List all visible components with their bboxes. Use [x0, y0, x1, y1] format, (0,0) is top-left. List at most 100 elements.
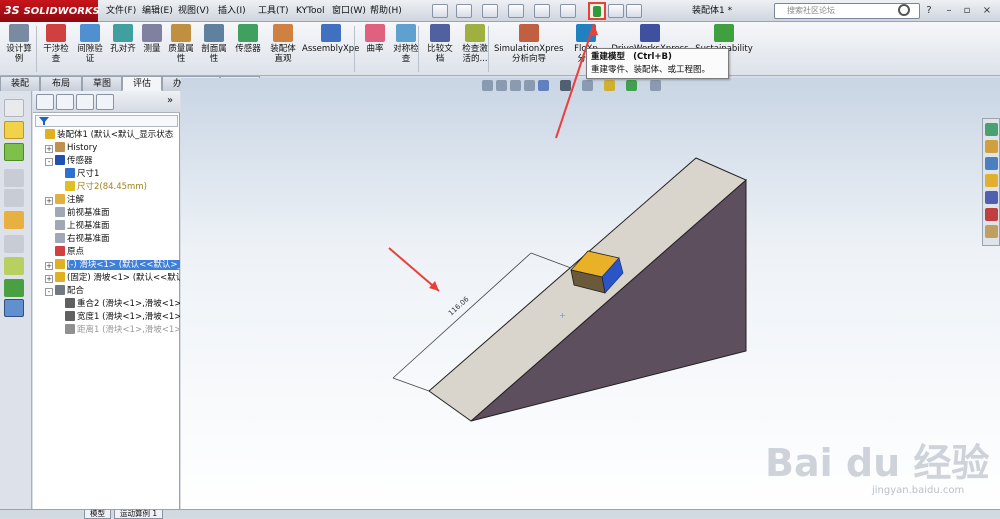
ribbon-button-7[interactable]: 传感器 — [232, 24, 264, 74]
save-button[interactable] — [482, 4, 498, 18]
ribbon-button-1[interactable]: 干涉检 查 — [40, 24, 72, 74]
config-tab-icon[interactable] — [76, 94, 94, 110]
view-orientation-icon[interactable] — [538, 80, 549, 91]
expand-icon[interactable]: + — [45, 145, 53, 153]
ribbon-button-4[interactable]: 测量 — [140, 24, 164, 74]
select-button[interactable] — [560, 4, 576, 18]
tree-item[interactable]: - 传感器 — [33, 155, 180, 168]
tab-0[interactable]: 装配体 — [0, 76, 40, 103]
tab-1[interactable]: 布局 — [40, 76, 82, 91]
ribbon-button-0[interactable]: 设计算 例 — [2, 24, 36, 74]
tree-item[interactable]: 装配体1 (默认<默认_显示状态 — [33, 129, 180, 142]
menu-item-2[interactable]: 视图(V) — [174, 0, 213, 22]
ribbon-button-6[interactable]: 剖面属 性 — [198, 24, 230, 74]
expand-panel-icon[interactable]: » — [167, 95, 173, 106]
resources-icon[interactable] — [985, 123, 998, 136]
toolbar-icon-5[interactable] — [4, 189, 24, 207]
undo-button[interactable] — [534, 4, 550, 18]
menu-item-3[interactable]: 插入(I) — [214, 0, 250, 22]
ribbon-button-12[interactable]: 比较文 档 — [424, 24, 456, 74]
custom-props-icon[interactable] — [985, 225, 998, 238]
solidworks-logo[interactable]: 3S SOLIDWORKS — [0, 0, 100, 22]
ribbon-button-9[interactable]: AssemblyXpert — [302, 24, 360, 74]
menu-item-5[interactable]: KYTool — [292, 0, 329, 22]
edit-appearance-icon[interactable] — [604, 80, 615, 91]
ribbon-button-13[interactable]: 检查激 活的... — [458, 24, 492, 74]
dimension-icon — [65, 168, 75, 178]
toolbar-icon-4[interactable] — [4, 169, 24, 187]
tab-3[interactable]: 评估 — [122, 76, 162, 91]
tree-item[interactable]: 原点 — [33, 246, 180, 259]
design-library-icon[interactable] — [985, 140, 998, 153]
expand-icon[interactable]: + — [45, 262, 53, 270]
ribbon-button-3[interactable]: 孔对齐 — [108, 24, 138, 74]
toolbar-icon-9[interactable] — [4, 279, 24, 297]
rebuild-button[interactable] — [588, 2, 606, 20]
menu-item-6[interactable]: 窗口(W) — [328, 0, 370, 22]
tree-item[interactable]: + (固定) 滑坡<1> (默认<<默认 — [33, 272, 180, 285]
search-icon[interactable] — [898, 4, 910, 16]
new-doc-button[interactable] — [432, 4, 448, 18]
ribbon-button-8[interactable]: 装配体 直观 — [266, 24, 300, 74]
minimize-button[interactable]: – — [942, 4, 956, 17]
print-button[interactable] — [508, 4, 524, 18]
open-button[interactable] — [456, 4, 472, 18]
tree-item[interactable]: + History — [33, 142, 180, 155]
tree-item[interactable]: + 注解 — [33, 194, 180, 207]
feature-tree-tab-icon[interactable] — [36, 94, 54, 110]
close-button[interactable]: × — [980, 4, 994, 17]
apply-scene-icon[interactable] — [626, 80, 637, 91]
toolbar-icon-7[interactable] — [4, 235, 24, 253]
menu-item-4[interactable]: 工具(T) — [254, 0, 293, 22]
feature-tree: 装配体1 (默认<默认_显示状态 + History - 传感器 尺寸1 尺寸2(84.45… — [33, 129, 180, 389]
tree-item[interactable]: 宽度1 (滑块<1>,滑坡<1> — [33, 311, 180, 324]
hide-show-icon[interactable] — [582, 80, 593, 91]
section-view-icon[interactable] — [524, 80, 535, 91]
assembly-visual-icon — [273, 24, 293, 42]
ribbon-label: 剖面属 性 — [201, 44, 227, 64]
toolbar-icon-10[interactable] — [4, 299, 24, 317]
toolbar-icon-8[interactable] — [4, 257, 24, 275]
tree-item[interactable]: 上视基准面 — [33, 220, 180, 233]
appearances-icon[interactable] — [985, 208, 998, 221]
tree-filter[interactable] — [35, 115, 178, 127]
tree-item[interactable]: - 配合 — [33, 285, 180, 298]
tree-item[interactable]: 前视基准面 — [33, 207, 180, 220]
ribbon-button-2[interactable]: 间隙验 证 — [74, 24, 106, 74]
zoom-area-icon[interactable] — [496, 80, 507, 91]
tree-item[interactable]: 距离1 (滑块<1>,滑坡<1> — [33, 324, 180, 337]
help-icon[interactable]: ? — [922, 4, 936, 17]
expand-icon[interactable]: + — [45, 275, 53, 283]
toolbar-icon-3[interactable] — [4, 143, 24, 161]
options-button[interactable] — [626, 4, 642, 18]
tree-item[interactable]: + (-) 滑块<1> (默认<<默认>_ — [33, 259, 180, 272]
tree-item[interactable]: 重合2 (滑块<1>,滑坡<1> — [33, 298, 180, 311]
file-props-button[interactable] — [608, 4, 624, 18]
file-explorer-icon[interactable] — [985, 157, 998, 170]
restore-button[interactable]: ▫ — [960, 4, 974, 17]
menu-item-0[interactable]: 文件(F) — [102, 0, 140, 22]
menu-item-1[interactable]: 编辑(E) — [138, 0, 177, 22]
view-settings-icon[interactable] — [650, 80, 661, 91]
toolbar-icon-2[interactable] — [4, 121, 24, 139]
display-style-icon[interactable] — [560, 80, 571, 91]
tab-2[interactable]: 草图 — [82, 76, 122, 91]
previous-view-icon[interactable] — [510, 80, 521, 91]
tree-item[interactable]: 尺寸1 — [33, 168, 180, 181]
ribbon-button-5[interactable]: 质量属 性 — [166, 24, 196, 74]
folder-icon[interactable] — [985, 174, 998, 187]
toolbar-icon-6[interactable] — [4, 211, 24, 229]
property-tab-icon[interactable] — [56, 94, 74, 110]
collapse-icon[interactable]: - — [45, 158, 53, 166]
tree-item[interactable]: 尺寸2(84.45mm) — [33, 181, 180, 194]
collapse-icon[interactable]: - — [45, 288, 53, 296]
tree-item[interactable]: 右视基准面 — [33, 233, 180, 246]
expand-icon[interactable]: + — [45, 197, 53, 205]
view-palette-icon[interactable] — [985, 191, 998, 204]
zoom-fit-icon[interactable] — [482, 80, 493, 91]
display-tab-icon[interactable] — [96, 94, 114, 110]
toolbar-icon-1[interactable] — [4, 99, 24, 117]
menu-item-7[interactable]: 帮助(H) — [366, 0, 406, 22]
dimension-label[interactable]: 116.06 — [447, 295, 471, 318]
ribbon-button-10[interactable]: 曲率 — [362, 24, 388, 74]
